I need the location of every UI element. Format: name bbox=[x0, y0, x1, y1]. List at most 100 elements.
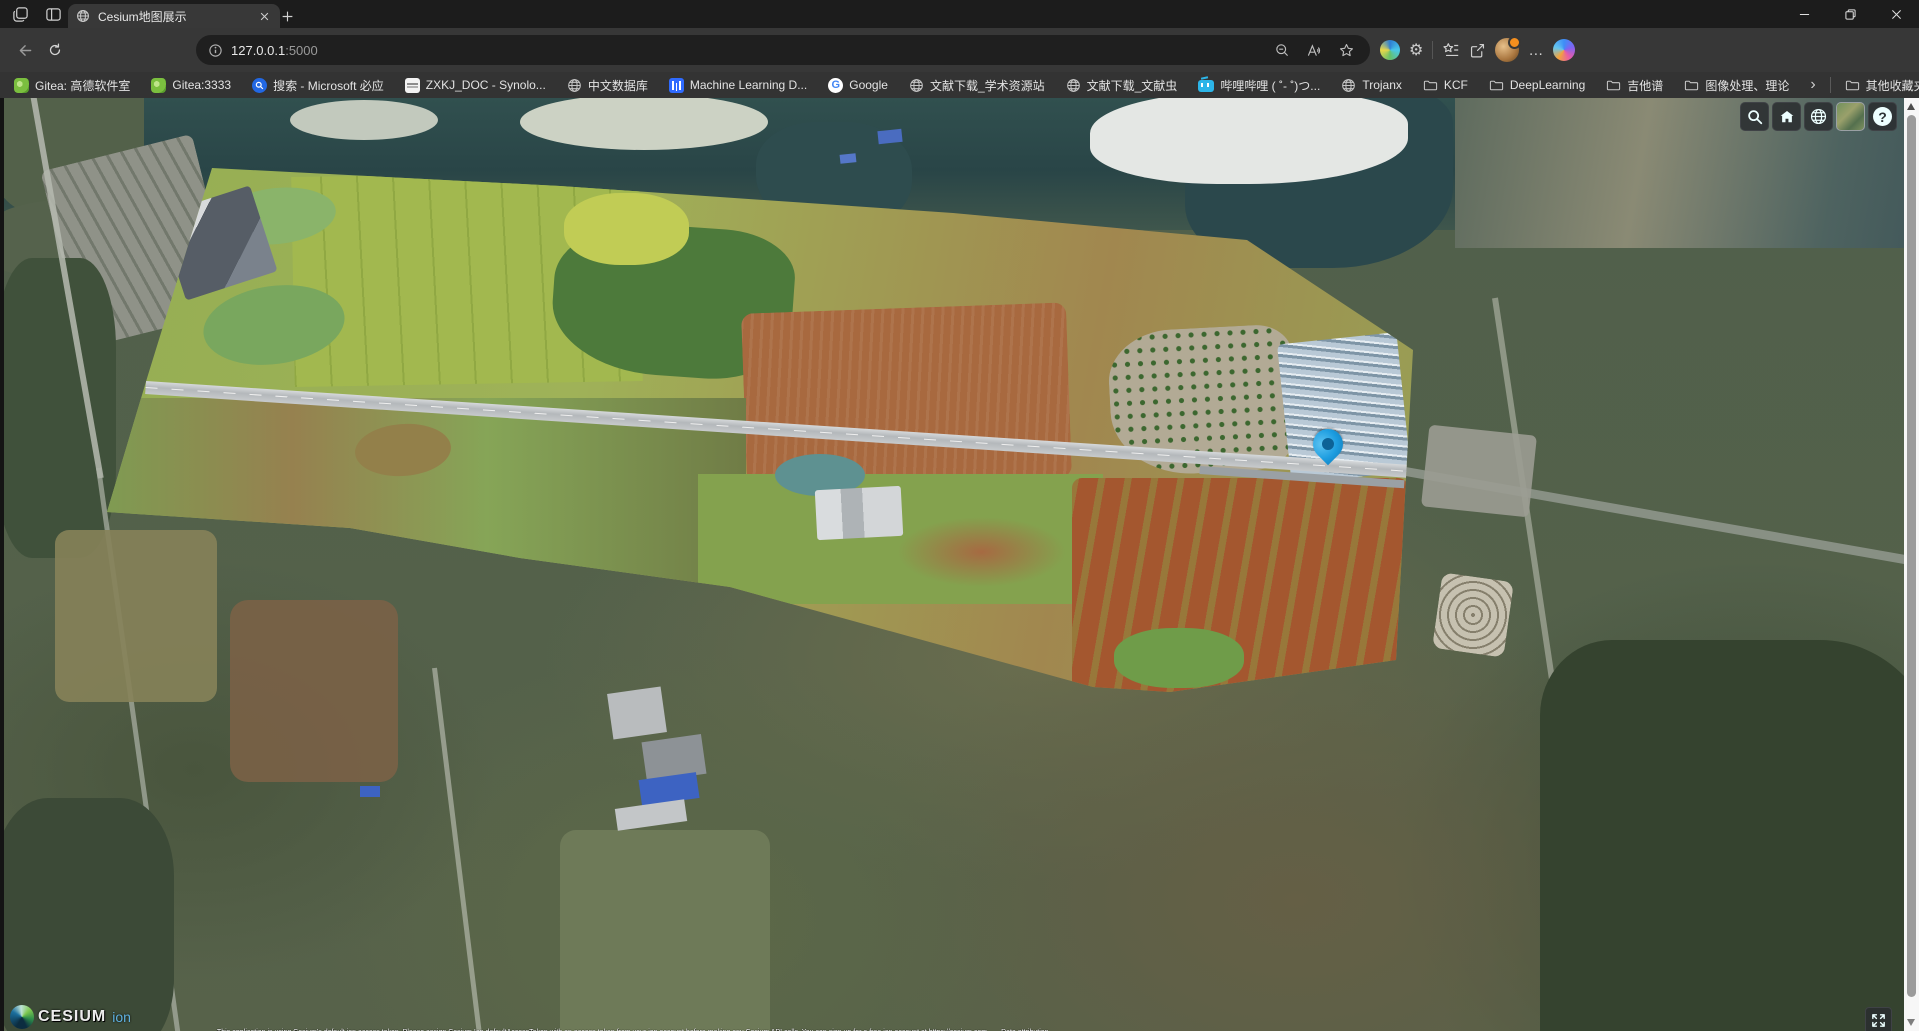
folder-icon bbox=[1606, 78, 1621, 93]
copilot-icon[interactable] bbox=[1553, 39, 1575, 61]
bookmark-lit-download-1[interactable]: 文献下载_学术资源站 bbox=[909, 77, 1045, 94]
base-layer-picker-button[interactable] bbox=[1836, 102, 1865, 131]
new-tab-button[interactable] bbox=[276, 5, 298, 27]
ortho-white-sheds bbox=[815, 486, 903, 540]
bookmark-bing[interactable]: 搜索 - Microsoft 必应 bbox=[252, 77, 384, 94]
map-warehouse-roof bbox=[615, 799, 687, 831]
map-forest-bottomleft bbox=[4, 798, 174, 1031]
tab-favicon-globe-icon bbox=[76, 9, 90, 23]
cesium-map-canvas[interactable]: ? CESIUM ion This application is using C… bbox=[4, 98, 1904, 1031]
toolbar-divider bbox=[1432, 41, 1433, 59]
tab-actions-icon[interactable] bbox=[45, 6, 62, 23]
url-text[interactable]: 127.0.0.1:5000 bbox=[231, 43, 318, 58]
bookmarks-bar: Gitea: 高德软件室 Gitea:3333 搜索 - Microsoft 必… bbox=[0, 72, 1919, 98]
bookmark-folder-image-processing[interactable]: 图像处理、理论 bbox=[1684, 77, 1789, 94]
bookmark-gitea-2[interactable]: Gitea:3333 bbox=[151, 78, 231, 93]
page-scrollbar[interactable] bbox=[1904, 98, 1919, 1031]
folder-icon bbox=[1423, 78, 1438, 93]
window-close-button[interactable] bbox=[1873, 0, 1919, 28]
cesium-toolbar: ? bbox=[1740, 102, 1897, 131]
read-aloud-icon[interactable] bbox=[1302, 38, 1326, 62]
refresh-button[interactable] bbox=[40, 35, 70, 65]
map-forest-left bbox=[4, 258, 116, 558]
browser-tab-active[interactable]: Cesium地图展示 bbox=[68, 4, 280, 28]
scrollbar-thumb[interactable] bbox=[1907, 115, 1916, 997]
tab-title: Cesium地图展示 bbox=[98, 8, 248, 25]
back-button[interactable] bbox=[10, 35, 40, 65]
profile-avatar[interactable] bbox=[1495, 38, 1519, 62]
share-icon[interactable] bbox=[1469, 42, 1486, 59]
bookmark-folder-other-favorites[interactable]: 其他收藏夹 bbox=[1845, 77, 1919, 94]
map-blue-roof-top bbox=[877, 129, 902, 144]
synology-icon bbox=[405, 78, 420, 93]
cesium-ion-logo[interactable]: CESIUM ion bbox=[10, 1005, 131, 1029]
help-question-glyph: ? bbox=[1873, 107, 1892, 126]
zoom-out-page-icon[interactable] bbox=[1270, 38, 1294, 62]
bookmark-zxkj-doc[interactable]: ZXKJ_DOC - Synolo... bbox=[405, 78, 546, 93]
map-warehouse-roof bbox=[607, 686, 667, 739]
map-field-tan-left bbox=[55, 530, 217, 702]
extensions-icon[interactable]: ⚙ bbox=[1409, 40, 1423, 60]
cesium-credits: CESIUM ion This application is using Ces… bbox=[10, 1005, 1049, 1029]
map-forest-bottomright bbox=[1540, 640, 1904, 1031]
tab-close-icon[interactable] bbox=[256, 8, 272, 24]
map-blue-roof-left bbox=[360, 786, 380, 797]
scrollbar-down-arrow[interactable] bbox=[1907, 1019, 1915, 1026]
cesium-logo-icon bbox=[10, 1005, 34, 1029]
bookmark-machine-learning[interactable]: Machine Learning D... bbox=[669, 78, 807, 93]
map-field-red-bottomleft bbox=[230, 600, 398, 782]
bookmark-google[interactable]: GGoogle bbox=[828, 78, 888, 93]
profile-badge bbox=[1508, 36, 1521, 49]
map-field-pale-bottomcenter bbox=[560, 830, 770, 1031]
window-minimize-button[interactable] bbox=[1781, 0, 1827, 28]
workspaces-icon[interactable] bbox=[12, 6, 29, 23]
folder-icon bbox=[1845, 78, 1860, 93]
google-icon: G bbox=[828, 78, 843, 93]
browser-titlebar: Cesium地图展示 bbox=[0, 0, 1919, 28]
extension-sphere-icon[interactable] bbox=[1380, 40, 1400, 60]
browser-toolbar: 127.0.0.1:5000 ⚙ … bbox=[0, 28, 1919, 72]
bookmark-folder-guitar[interactable]: 吉他谱 bbox=[1606, 77, 1663, 94]
ml-docs-icon bbox=[669, 78, 684, 93]
address-bar[interactable]: 127.0.0.1:5000 bbox=[196, 35, 1370, 65]
globe-icon bbox=[1341, 78, 1356, 93]
bookmark-folder-deeplearning[interactable]: DeepLearning bbox=[1489, 78, 1585, 93]
favorite-star-icon[interactable] bbox=[1334, 38, 1358, 62]
scrollbar-up-arrow[interactable] bbox=[1907, 103, 1915, 110]
map-road-bottom-center bbox=[432, 668, 482, 1031]
map-parking-right bbox=[1421, 425, 1537, 518]
window-restore-button[interactable] bbox=[1827, 0, 1873, 28]
bookmarks-divider bbox=[1830, 77, 1831, 93]
geocoder-search-button[interactable] bbox=[1740, 102, 1769, 131]
bilibili-icon bbox=[1198, 80, 1214, 92]
bookmarks-overflow-chevron[interactable]: › bbox=[1810, 77, 1815, 93]
bookmark-lit-download-2[interactable]: 文献下载_文献虫 bbox=[1066, 77, 1178, 94]
settings-menu-icon[interactable]: … bbox=[1528, 42, 1544, 59]
cesium-logo-text: CESIUM bbox=[38, 1008, 106, 1026]
bookmark-cn-database[interactable]: 中文数据库 bbox=[567, 77, 648, 94]
bookmark-gitea-1[interactable]: Gitea: 高德软件室 bbox=[14, 77, 130, 94]
favorites-hub-icon[interactable] bbox=[1442, 41, 1460, 59]
scene-mode-globe-button[interactable] bbox=[1804, 102, 1833, 131]
globe-icon bbox=[1066, 78, 1081, 93]
site-info-icon[interactable] bbox=[208, 43, 223, 58]
fullscreen-button[interactable] bbox=[1865, 1007, 1892, 1031]
map-maze-structure bbox=[1432, 572, 1514, 657]
help-button[interactable]: ? bbox=[1868, 102, 1897, 131]
bookmark-trojanx[interactable]: Trojanx bbox=[1341, 78, 1402, 93]
globe-icon bbox=[567, 78, 582, 93]
home-button[interactable] bbox=[1772, 102, 1801, 131]
gitea-icon bbox=[151, 78, 166, 93]
map-blue-roof-top2 bbox=[840, 153, 857, 164]
ortho-sand-topright bbox=[958, 223, 1253, 341]
bing-search-icon bbox=[252, 78, 267, 93]
ortho-green-patch-br bbox=[1114, 628, 1244, 688]
ortho-yellow-patch bbox=[564, 193, 689, 265]
gitea-icon bbox=[14, 78, 29, 93]
globe-icon bbox=[909, 78, 924, 93]
page-area: ? CESIUM ion This application is using C… bbox=[0, 98, 1919, 1031]
bookmark-folder-kcf[interactable]: KCF bbox=[1423, 78, 1468, 93]
bookmark-bilibili[interactable]: 哔哩哔哩 ( ˚- ˚)つ... bbox=[1198, 77, 1320, 94]
ion-logo-text: ion bbox=[112, 1009, 131, 1025]
map-shore-3 bbox=[290, 100, 438, 140]
